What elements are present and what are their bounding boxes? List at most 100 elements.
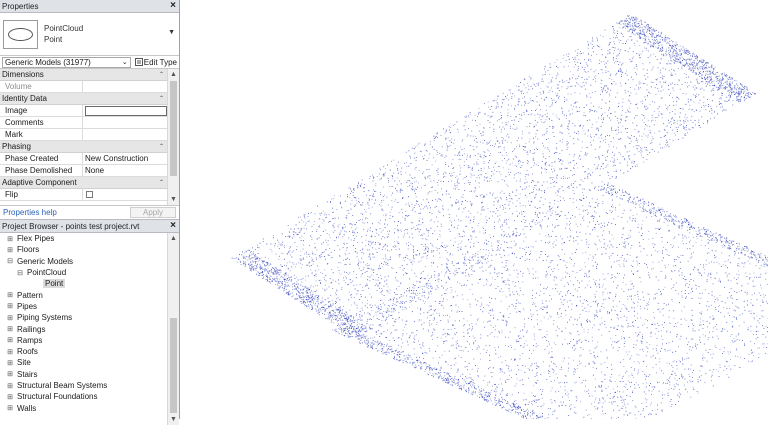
browser-item[interactable]: ⊞Structural Foundations	[0, 391, 167, 402]
expand-toggle-icon[interactable]: ⊞	[6, 382, 14, 390]
browser-item-label: Generic Models	[17, 257, 73, 266]
group-phasing[interactable]: Phasing ⌃	[0, 141, 167, 153]
browser-item[interactable]: ⊞Pipes	[0, 301, 167, 312]
prop-row-phase-created: Phase Created New Construction	[0, 153, 167, 165]
expand-toggle-icon[interactable]: ⊞	[6, 348, 14, 356]
prop-label-image: Image	[0, 105, 83, 116]
browser-item[interactable]: ⊞Railings	[0, 323, 167, 334]
prop-label-phase-created: Phase Created	[0, 153, 83, 164]
browser-item[interactable]: ⊞Walls	[0, 402, 167, 413]
type-family-name: PointCloud	[44, 23, 83, 34]
browser-item-label: Flex Pipes	[17, 234, 54, 243]
expand-toggle-icon[interactable]: ⊞	[6, 246, 14, 254]
browser-item[interactable]: ⊞Stairs	[0, 369, 167, 380]
category-row: Generic Models (31977) ⌄ Edit Type	[0, 56, 179, 69]
flip-checkbox[interactable]	[86, 191, 93, 198]
expand-toggle-icon[interactable]: ⊞	[6, 359, 14, 367]
expand-toggle-icon[interactable]: ⊞	[6, 393, 14, 401]
edit-type-label: Edit Type	[144, 58, 177, 67]
type-selector[interactable]: PointCloud Point ▼	[0, 13, 179, 56]
phase-demolished-field[interactable]: None	[83, 165, 167, 176]
left-dock: Properties × PointCloud Point ▼ Generic …	[0, 0, 180, 419]
scroll-down-icon[interactable]: ▼	[168, 194, 179, 205]
expand-toggle-icon[interactable]: ⊞	[6, 336, 14, 344]
browser-item[interactable]: ⊞Pattern	[0, 289, 167, 300]
scroll-down-icon[interactable]: ▼	[168, 414, 179, 425]
expand-toggle-icon[interactable]: ⊞	[6, 302, 14, 310]
edit-type-icon	[135, 58, 143, 66]
browser-item[interactable]: ⊟Generic Models	[0, 256, 167, 267]
properties-help-link[interactable]: Properties help	[3, 208, 57, 217]
properties-grid: Dimensions ⌃ Volume Identity Data ⌃ Imag…	[0, 69, 179, 206]
prop-row-flip: Flip	[0, 189, 167, 201]
edit-type-button[interactable]: Edit Type	[135, 58, 177, 67]
properties-title: Properties	[2, 2, 38, 11]
collapse-icon[interactable]: ⌃	[159, 143, 164, 150]
mark-field[interactable]	[83, 129, 167, 140]
prop-label-volume: Volume	[0, 81, 83, 92]
group-phasing-label: Phasing	[2, 142, 31, 151]
browser-item-label: Structural Beam Systems	[17, 381, 107, 390]
browser-scrollbar[interactable]: ▲ ▼	[167, 233, 179, 425]
expand-toggle-icon[interactable]: ⊞	[6, 314, 14, 322]
type-sub-name: Point	[44, 34, 83, 45]
expand-toggle-icon[interactable]: ⊞	[6, 235, 14, 243]
browser-item-label: Pipes	[17, 302, 37, 311]
properties-titlebar: Properties ×	[0, 0, 179, 13]
prop-label-flip: Flip	[0, 189, 83, 200]
browser-item-label: Railings	[17, 325, 45, 334]
browser-item[interactable]: ⊞Site	[0, 357, 167, 368]
prop-row-mark: Mark	[0, 129, 167, 141]
prop-label-phase-demolished: Phase Demolished	[0, 165, 83, 176]
project-browser: ⊞Flex Pipes⊞Floors⊟Generic Models⊟PointC…	[0, 233, 179, 425]
prop-row-image: Image	[0, 105, 167, 117]
browser-item[interactable]: Point	[0, 278, 167, 289]
collapse-toggle-icon[interactable]: ⊟	[6, 257, 14, 265]
browser-item-label: Point	[43, 279, 65, 288]
properties-close-icon[interactable]: ×	[170, 1, 176, 11]
browser-item[interactable]: ⊞Flex Pipes	[0, 233, 167, 244]
properties-footer: Properties help Apply	[0, 206, 179, 220]
browser-item[interactable]: ⊟PointCloud	[0, 267, 167, 278]
browser-close-icon[interactable]: ×	[170, 221, 176, 231]
browser-item-label: Floors	[17, 245, 39, 254]
browser-title: Project Browser - points test project.rv…	[2, 222, 139, 231]
scrollbar-thumb[interactable]	[170, 318, 177, 413]
group-adaptive-component[interactable]: Adaptive Component ⌃	[0, 177, 167, 189]
browser-item[interactable]: ⊞Ramps	[0, 335, 167, 346]
drawing-canvas[interactable]	[181, 0, 768, 419]
browser-item[interactable]: ⊞Piping Systems	[0, 312, 167, 323]
ellipse-icon	[8, 28, 33, 41]
group-identity-data[interactable]: Identity Data ⌃	[0, 93, 167, 105]
scroll-up-icon[interactable]: ▲	[168, 233, 179, 244]
scroll-up-icon[interactable]: ▲	[168, 69, 179, 80]
browser-item[interactable]: ⊞Roofs	[0, 346, 167, 357]
browser-item[interactable]: ⊞Structural Beam Systems	[0, 380, 167, 391]
prop-label-comments: Comments	[0, 117, 83, 128]
collapse-icon[interactable]: ⌃	[159, 71, 164, 78]
collapse-icon[interactable]: ⌃	[159, 95, 164, 102]
browser-titlebar: Project Browser - points test project.rv…	[0, 220, 179, 233]
point-cloud-view[interactable]	[181, 0, 768, 419]
apply-button[interactable]: Apply	[130, 207, 176, 218]
image-field[interactable]	[85, 106, 167, 116]
collapse-toggle-icon[interactable]: ⊟	[16, 269, 24, 277]
expand-toggle-icon[interactable]: ⊞	[6, 325, 14, 333]
prop-value-volume	[83, 81, 167, 92]
browser-item[interactable]: ⊞Floors	[0, 244, 167, 255]
comments-field[interactable]	[83, 117, 167, 128]
browser-item-label: Site	[17, 358, 31, 367]
expand-toggle-icon[interactable]: ⊞	[6, 404, 14, 412]
expand-toggle-icon[interactable]: ⊞	[6, 291, 14, 299]
collapse-icon[interactable]: ⌃	[159, 179, 164, 186]
type-dropdown-arrow-icon[interactable]: ▼	[168, 29, 175, 36]
group-dimensions[interactable]: Dimensions ⌃	[0, 69, 167, 81]
prop-row-phase-demolished: Phase Demolished None	[0, 165, 167, 177]
expand-toggle-icon[interactable]: ⊞	[6, 370, 14, 378]
browser-item-label: Roofs	[17, 347, 38, 356]
properties-scrollbar[interactable]: ▲ ▼	[167, 69, 179, 205]
phase-created-field[interactable]: New Construction	[83, 153, 167, 164]
category-filter-select[interactable]: Generic Models (31977) ⌄	[2, 57, 131, 68]
scrollbar-thumb[interactable]	[170, 81, 177, 176]
browser-item-label: PointCloud	[27, 268, 66, 277]
